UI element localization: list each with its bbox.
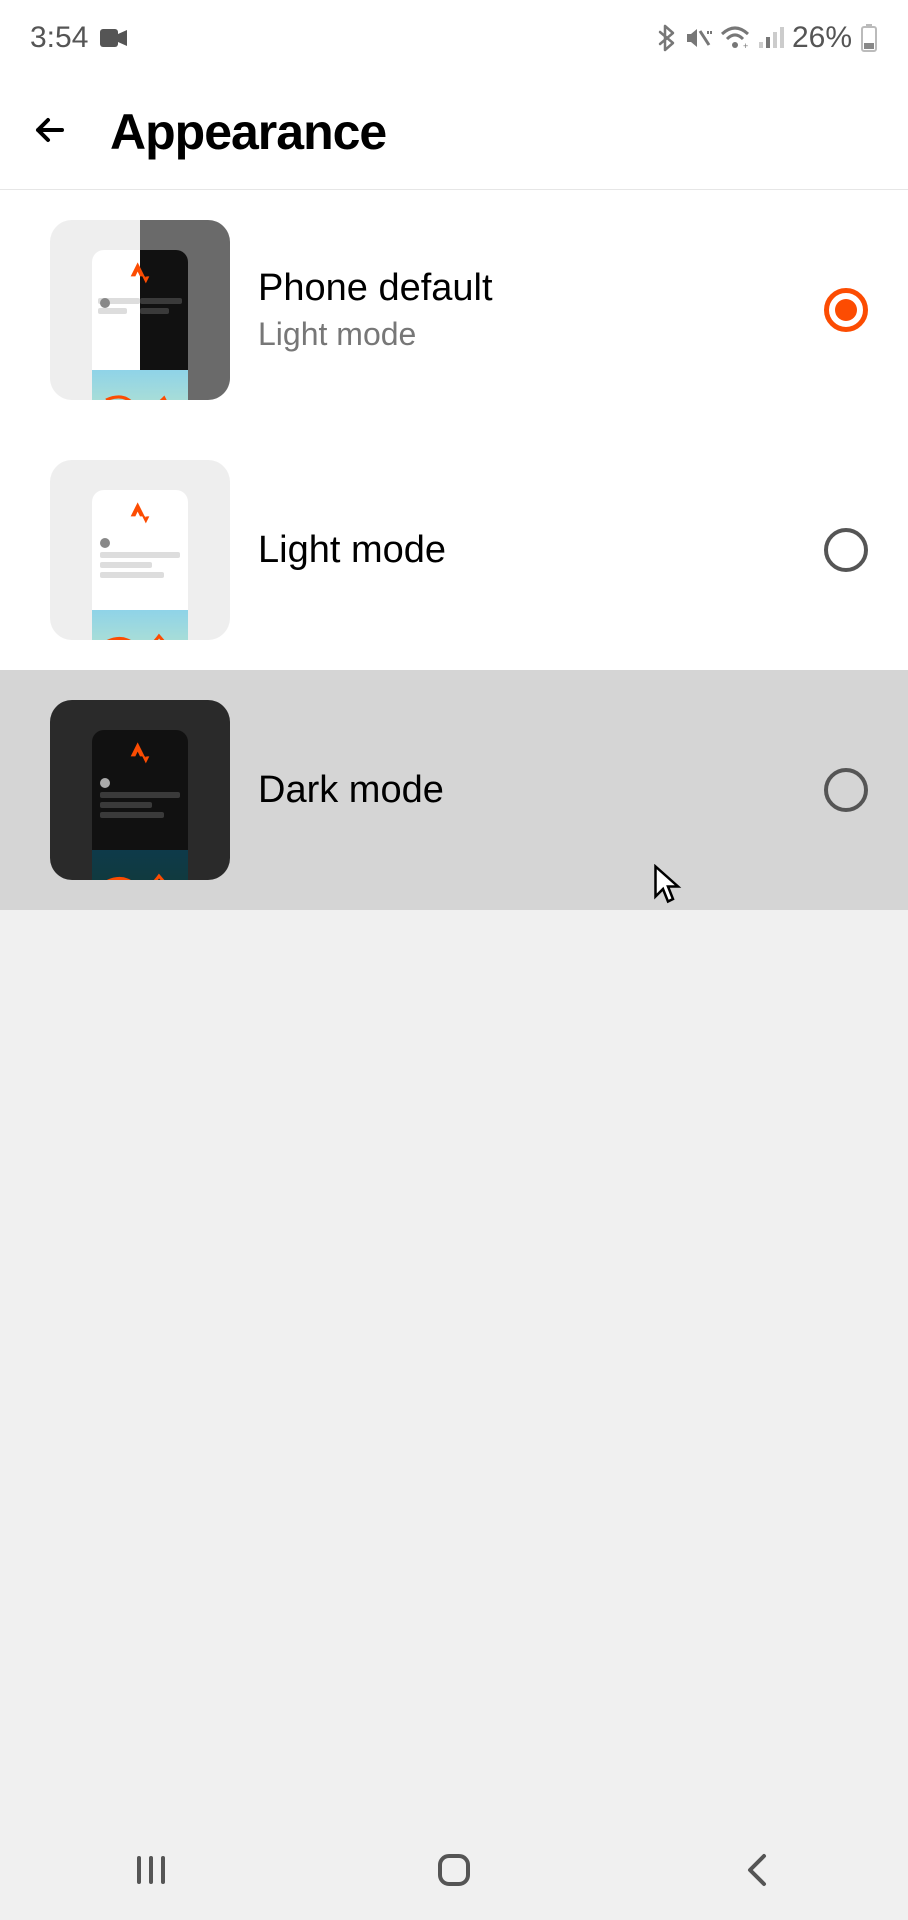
option-thumb-light: [50, 460, 230, 640]
signal-icon: [758, 26, 784, 50]
screen: 3:54 + 26%: [0, 0, 908, 1920]
option-text: Dark mode: [258, 769, 796, 812]
page-title: Appearance: [110, 103, 386, 161]
status-left: 3:54: [30, 21, 128, 55]
option-text: Light mode: [258, 529, 796, 572]
content-filler: [0, 910, 908, 1920]
appearance-options: Phone default Light mode Light mode: [0, 190, 908, 910]
camera-icon: [100, 27, 128, 49]
option-thumb-dark: [50, 700, 230, 880]
radio-dark-mode[interactable]: [824, 768, 868, 812]
back-button[interactable]: [30, 110, 70, 155]
chevron-left-icon: [742, 1850, 772, 1890]
option-subtitle: Light mode: [258, 316, 796, 353]
option-title: Dark mode: [258, 769, 796, 812]
status-bar: 3:54 + 26%: [0, 0, 908, 75]
strava-logo-icon: [126, 260, 154, 288]
radio-phone-default[interactable]: [824, 288, 868, 332]
recents-icon: [133, 1852, 169, 1888]
option-dark-mode[interactable]: Dark mode: [0, 670, 908, 910]
option-text: Phone default Light mode: [258, 267, 796, 353]
status-right: + 26%: [656, 21, 878, 55]
radio-light-mode[interactable]: [824, 528, 868, 572]
app-bar: Appearance: [0, 75, 908, 190]
option-title: Light mode: [258, 529, 796, 572]
option-thumb-phone-default: [50, 220, 230, 400]
home-icon: [434, 1850, 474, 1890]
status-battery-pct: 26%: [792, 21, 852, 55]
svg-text:+: +: [743, 41, 748, 50]
system-nav-bar: [0, 1820, 908, 1920]
arrow-left-icon: [30, 110, 70, 150]
bluetooth-icon: [656, 24, 676, 52]
option-phone-default[interactable]: Phone default Light mode: [0, 190, 908, 430]
strava-logo-icon: [126, 740, 154, 768]
vibrate-mute-icon: [684, 25, 712, 51]
nav-back-button[interactable]: [732, 1845, 782, 1895]
wifi-icon: +: [720, 26, 750, 50]
nav-recents-button[interactable]: [126, 1845, 176, 1895]
battery-icon: [860, 23, 878, 53]
nav-home-button[interactable]: [429, 1845, 479, 1895]
option-light-mode[interactable]: Light mode: [0, 430, 908, 670]
option-title: Phone default: [258, 267, 796, 310]
strava-logo-icon: [126, 500, 154, 528]
status-time: 3:54: [30, 21, 88, 55]
